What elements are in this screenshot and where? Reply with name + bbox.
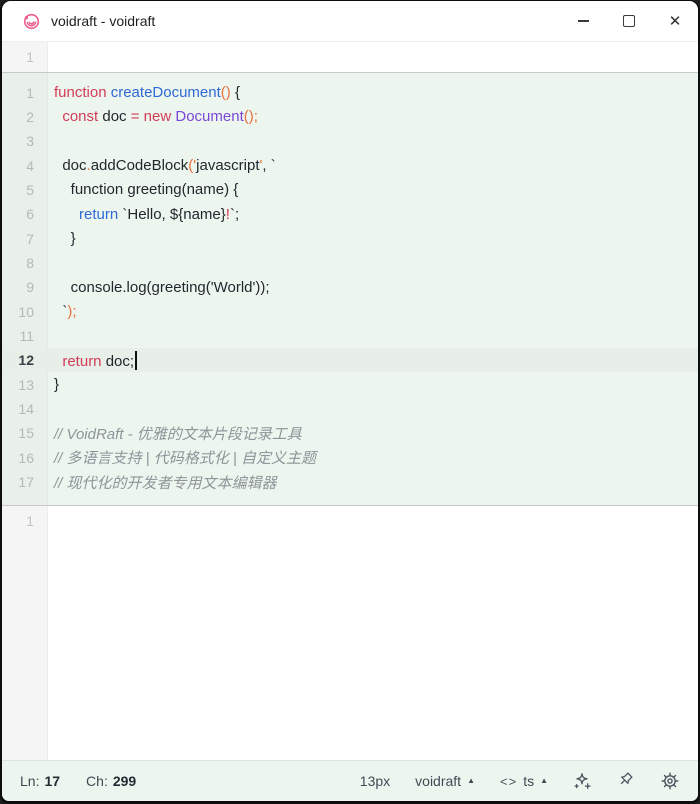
font-size-indicator[interactable]: 13px	[360, 773, 390, 789]
pin-button[interactable]	[617, 772, 635, 790]
minimize-button[interactable]	[560, 1, 606, 41]
code-line[interactable]: 17// 现代化的开发者专用文本编辑器	[2, 470, 698, 494]
line-number: 4	[2, 158, 47, 174]
language-name: ts	[523, 773, 534, 789]
code-line[interactable]: 13}	[2, 372, 698, 396]
code-text: const doc = new Document();	[47, 108, 258, 125]
line-number: 1	[2, 85, 47, 101]
code-line[interactable]: 5 function greeting(name) {	[2, 178, 698, 202]
caret-up-icon: ▲	[467, 776, 475, 785]
code-line[interactable]: 1	[2, 45, 698, 69]
cursor-stats: Ln: 17 Ch: 299	[20, 773, 136, 789]
code-brackets-icon: <>	[500, 774, 517, 789]
code-line[interactable]: 16// 多语言支持 | 代码格式化 | 自定义主题	[2, 446, 698, 470]
line-number: 2	[2, 109, 47, 125]
window-frame: voidraft - voidraft ✕ 11function createD…	[2, 1, 698, 801]
code-line[interactable]: 7 }	[2, 226, 698, 250]
code-line[interactable]: 11	[2, 324, 698, 348]
code-text: // 多语言支持 | 代码格式化 | 自定义主题	[47, 447, 316, 468]
code-text: function createDocument() {	[47, 84, 240, 101]
format-button[interactable]	[573, 772, 592, 791]
code-block[interactable]: 1	[2, 42, 698, 72]
code-text: }	[47, 230, 76, 247]
line-number: 5	[2, 182, 47, 198]
pin-icon	[617, 772, 635, 790]
font-size-value: 13px	[360, 773, 390, 789]
code-text: }	[47, 376, 59, 393]
text-cursor	[135, 351, 137, 370]
editor-blocks[interactable]: 11function createDocument() {2 const doc…	[2, 42, 698, 760]
window-controls: ✕	[560, 1, 698, 41]
line-label: Ln:	[20, 773, 39, 789]
code-text: return `Hello, ${name}!`;	[47, 206, 239, 223]
line-number: 8	[2, 255, 47, 271]
document-name: voidraft	[415, 773, 461, 789]
code-line[interactable]: 9 console.log(greeting('World'));	[2, 275, 698, 299]
code-line[interactable]: 4 doc.addCodeBlock('javascript', `	[2, 153, 698, 177]
line-number: 13	[2, 377, 47, 393]
app-window: voidraft - voidraft ✕ 11function createD…	[0, 0, 700, 804]
code-text: doc.addCodeBlock('javascript', `	[47, 157, 276, 174]
code-text: // 现代化的开发者专用文本编辑器	[47, 472, 277, 493]
line-number: 9	[2, 279, 47, 295]
code-text: console.log(greeting('World'));	[47, 279, 270, 296]
char-indicator: Ch: 299	[86, 773, 136, 789]
close-button[interactable]: ✕	[652, 1, 698, 41]
code-line[interactable]: 8	[2, 251, 698, 275]
code-block[interactable]: 1	[2, 506, 698, 760]
document-selector[interactable]: voidraft ▲	[415, 773, 475, 789]
code-line[interactable]: 15// VoidRaft - 优雅的文本片段记录工具	[2, 421, 698, 445]
line-number: 1	[2, 49, 47, 65]
caret-up-icon: ▲	[540, 776, 548, 785]
char-label: Ch:	[86, 773, 108, 789]
code-text: function greeting(name) {	[47, 181, 238, 198]
code-text: return doc;	[47, 351, 137, 370]
line-number: 12	[2, 352, 47, 368]
line-number: 3	[2, 133, 47, 149]
code-line[interactable]: 1function createDocument() {	[2, 80, 698, 104]
code-line-active[interactable]: 12 return doc;	[2, 348, 698, 372]
window-title: voidraft - voidraft	[51, 13, 155, 29]
gear-icon	[660, 771, 680, 791]
line-number: 10	[2, 304, 47, 320]
minimize-icon	[578, 20, 589, 21]
code-line[interactable]: 6 return `Hello, ${name}!`;	[2, 202, 698, 226]
maximize-button[interactable]	[606, 1, 652, 41]
status-bar: Ln: 17 Ch: 299 13px voidraft ▲ <>	[2, 760, 698, 801]
line-number: 7	[2, 231, 47, 247]
code-line[interactable]: 2 const doc = new Document();	[2, 105, 698, 129]
title-bar[interactable]: voidraft - voidraft ✕	[2, 1, 698, 42]
code-line[interactable]: 14	[2, 397, 698, 421]
line-number: 1	[2, 513, 47, 529]
voidraft-logo-icon	[22, 12, 41, 31]
code-line[interactable]: 10 `);	[2, 299, 698, 323]
code-block[interactable]: 1function createDocument() {2 const doc …	[2, 73, 698, 505]
close-icon: ✕	[669, 14, 682, 29]
line-value: 17	[44, 773, 60, 789]
line-indicator: Ln: 17	[20, 773, 60, 789]
line-number: 14	[2, 401, 47, 417]
maximize-icon	[623, 15, 635, 27]
settings-button[interactable]	[660, 771, 680, 791]
code-text: `);	[47, 303, 77, 320]
line-number: 11	[2, 328, 47, 344]
code-line[interactable]: 3	[2, 129, 698, 153]
line-number: 16	[2, 450, 47, 466]
code-line[interactable]: 1	[2, 509, 698, 533]
sparkles-icon	[573, 772, 592, 791]
char-value: 299	[113, 773, 136, 789]
line-number: 17	[2, 474, 47, 490]
line-number: 6	[2, 206, 47, 222]
statusbar-tools: 13px voidraft ▲ <> ts ▲	[360, 771, 680, 791]
code-text: // VoidRaft - 优雅的文本片段记录工具	[47, 423, 302, 444]
language-selector[interactable]: <> ts ▲	[500, 773, 548, 789]
line-number: 15	[2, 425, 47, 441]
